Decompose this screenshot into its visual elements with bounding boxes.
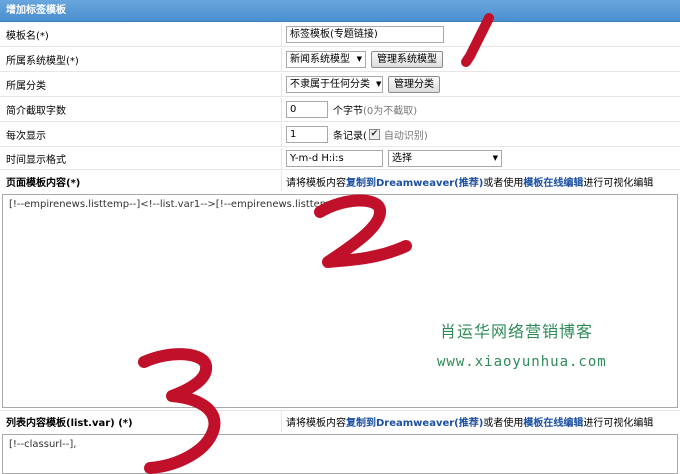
page-template-hint-mid: 或者使用 [483, 177, 524, 189]
list-template-hint-prefix: 请将模板内容 [286, 418, 346, 429]
row-per-display: 每次显示 1 条记录( ✔ 自动识别) [0, 123, 680, 147]
online-edit-link[interactable]: 模板在线编辑 [523, 174, 583, 189]
watermark-blog-name: 肖运华网络营销博客 [440, 322, 594, 341]
intro-length-label: 简介截取字数 [6, 106, 66, 117]
row-template-name: 模板名(*) 标签模板(专题链接) [0, 23, 680, 47]
time-format-selected: 选择 [392, 153, 412, 164]
copy-to-dreamweaver-link[interactable]: 复制到Dreamweaver(推荐) [346, 174, 483, 189]
system-model-label: 所属系统模型(*) [6, 56, 79, 67]
watermark-url: www.xiaoyunhua.com [437, 354, 607, 370]
chevron-down-icon: ▼ [376, 80, 382, 88]
page-template-hint-suffix: 进行可视化编辑 [583, 177, 654, 189]
row-category: 所属分类 不隶属于任何分类 ▼ 管理分类 [0, 73, 680, 97]
time-format-select[interactable]: 选择 ▼ [388, 150, 502, 167]
template-name-input[interactable]: 标签模板(专题链接) [286, 26, 444, 43]
list-template-hint-suffix: 进行可视化编辑 [583, 418, 654, 429]
list-template-textarea[interactable]: [!--classurl--], [2, 434, 678, 474]
row-system-model: 所属系统模型(*) 新闻系统模型 ▼ 管理系统模型 [0, 48, 680, 72]
template-name-label: 模板名(*) [6, 31, 49, 42]
chevron-down-icon: ▼ [356, 55, 362, 63]
row-page-template: 页面模板内容(*) 请将模板内容 复制到Dreamweaver(推荐) 或者使用… [0, 171, 680, 191]
manage-system-model-button[interactable]: 管理系统模型 [371, 51, 443, 68]
list-template-hint-mid: 或者使用 [483, 418, 524, 429]
system-model-selected: 新闻系统模型 [290, 54, 350, 65]
per-display-input[interactable]: 1 [286, 126, 328, 143]
page-template-label: 页面模板内容(*) [6, 177, 81, 189]
category-label: 所属分类 [6, 81, 46, 92]
system-model-select[interactable]: 新闻系统模型 ▼ [286, 51, 366, 68]
chevron-down-icon: ▼ [492, 154, 498, 162]
auto-detect-checkbox[interactable]: ✔ [368, 129, 380, 140]
manage-category-button[interactable]: 管理分类 [388, 76, 440, 93]
intro-length-input[interactable]: 0 [286, 101, 328, 118]
copy-to-dreamweaver-link[interactable]: 复制到Dreamweaver(推荐) [346, 414, 483, 429]
row-intro-length: 简介截取字数 0 个字节 (0为不截取) [0, 98, 680, 122]
list-template-label: 列表内容模板(list.var) (*) [6, 418, 133, 429]
time-format-input[interactable]: Y-m-d H:i:s [286, 150, 383, 167]
per-display-label: 每次显示 [6, 131, 46, 142]
intro-length-unit: 个字节 [333, 106, 363, 117]
intro-length-hint: (0为不截取) [363, 106, 418, 117]
time-format-label: 时间显示格式 [6, 155, 66, 166]
list-template-content: [!--classurl--], [9, 439, 77, 450]
auto-detect-label: 自动识别) [383, 131, 428, 142]
category-select[interactable]: 不隶属于任何分类 ▼ [286, 76, 383, 93]
per-display-unit: 条记录( [333, 131, 367, 142]
panel-header: 增加标签模板 [0, 0, 680, 22]
row-list-template: 列表内容模板(list.var) (*) 请将模板内容 复制到Dreamweav… [0, 410, 680, 432]
row-time-format: 时间显示格式 Y-m-d H:i:s 选择 ▼ [0, 148, 680, 170]
online-edit-link[interactable]: 模板在线编辑 [523, 414, 583, 429]
page-template-hint-prefix: 请将模板内容 [286, 177, 346, 189]
category-selected: 不隶属于任何分类 [290, 79, 370, 90]
page-template-textarea[interactable]: [!--empirenews.listtemp--]<!--list.var1-… [2, 194, 678, 408]
page-template-content: [!--empirenews.listtemp--]<!--list.var1-… [9, 199, 348, 210]
